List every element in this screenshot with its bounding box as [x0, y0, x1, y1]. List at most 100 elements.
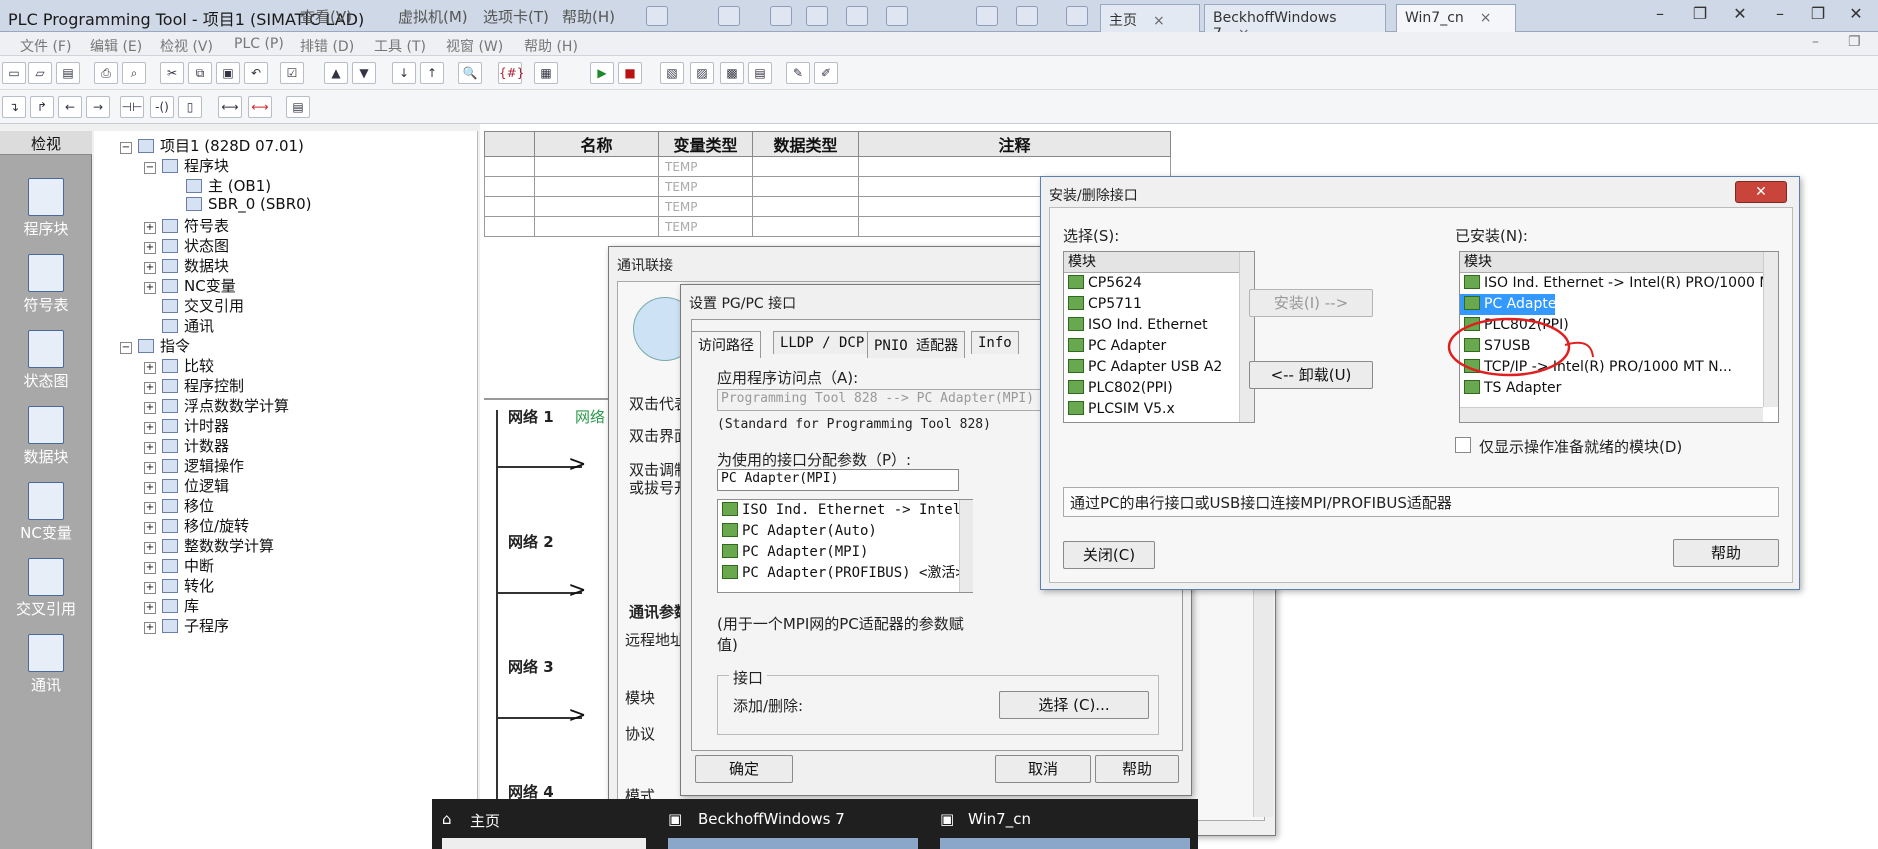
expand-toggle-icon[interactable]: + [144, 542, 156, 554]
installed-list-hscrollbar[interactable] [1460, 407, 1763, 422]
delete-network-icon[interactable]: ⟷ [248, 96, 272, 118]
close-icon[interactable]: ✕ [1720, 2, 1760, 26]
download-icon[interactable]: ▼ [352, 62, 376, 84]
insert-network-icon[interactable]: ⟷ [218, 96, 242, 118]
expand-toggle-icon[interactable]: + [144, 362, 156, 374]
unforce-icon[interactable]: ✐ [814, 62, 838, 84]
table-icon[interactable]: ▤ [286, 96, 310, 118]
list-item[interactable]: ISO Ind. Ethernet [1064, 315, 1254, 336]
expand-toggle-icon[interactable]: + [144, 462, 156, 474]
tree-item[interactable]: + 移位/旋转 [144, 515, 249, 535]
expand-toggle-icon[interactable]: + [144, 622, 156, 634]
list-item[interactable]: PC Adapter(Auto) [718, 521, 972, 542]
close-icon[interactable]: ✕ [1735, 181, 1787, 203]
access-point-field[interactable]: Programming Tool 828 --> PC Adapter(MPI) [717, 389, 1043, 411]
list-item[interactable]: PC Adapter(PROFIBUS) <激活> [718, 563, 972, 584]
restore-icon[interactable]: ❐ [1680, 2, 1720, 26]
tree-item[interactable]: 主 (OB1) [168, 175, 271, 195]
uninstall-button[interactable]: <-- 卸载(U) [1249, 361, 1373, 389]
library-icon[interactable] [1066, 6, 1088, 26]
tree-item[interactable]: − 程序块 [144, 155, 229, 175]
tree-item[interactable]: + 移位 [144, 495, 214, 515]
help-menu-top[interactable]: 帮助(H) [562, 6, 615, 27]
tree-item[interactable]: + 浮点数数学计算 [144, 395, 289, 415]
expand-toggle-icon[interactable]: + [144, 422, 156, 434]
expand-toggle-icon[interactable]: + [144, 442, 156, 454]
list-item[interactable]: CP5711 [1064, 294, 1254, 315]
ready-only-checkbox[interactable] [1455, 437, 1471, 453]
snapshot-icon[interactable] [770, 6, 792, 26]
available-module-list[interactable]: 模块 CP5624 CP5711 ISO Ind. Ethernet PC Ad… [1063, 251, 1255, 423]
installed-list-scrollbar[interactable] [1763, 252, 1778, 407]
mdi-restore-icon[interactable]: ❐ [1848, 34, 1861, 50]
comm-scrollbar[interactable] [1253, 561, 1273, 817]
insert-down-line-icon[interactable]: ↴ [2, 96, 26, 118]
list-item[interactable]: ISO Ind. Ethernet -> Intel(R) PRO/1000 M… [1460, 273, 1778, 294]
coil-icon[interactable]: -() [150, 96, 174, 118]
tree-item[interactable]: + 子程序 [144, 615, 229, 635]
tree-item[interactable]: + 比较 [144, 355, 214, 375]
task-thumbnail[interactable] [940, 838, 1190, 849]
close-icon[interactable]: × [1480, 10, 1492, 26]
tree-item[interactable]: 交叉引用 [144, 295, 244, 315]
menu-plc[interactable]: PLC (P) [234, 36, 284, 52]
expand-toggle-icon[interactable]: + [144, 382, 156, 394]
tree-item[interactable]: + 转化 [144, 575, 214, 595]
menu-help[interactable]: 帮助 (H) [524, 36, 578, 56]
task-home[interactable]: 主页 [470, 810, 500, 831]
contact-icon[interactable]: ⊣⊢ [120, 96, 144, 118]
param-list-scrollbar[interactable] [959, 500, 973, 592]
vm-menu[interactable]: 虚拟机(M) [398, 6, 468, 27]
list-item[interactable]: CP5624 [1064, 273, 1254, 294]
pause-icon[interactable] [646, 6, 668, 26]
expand-toggle-icon[interactable]: − [120, 142, 132, 154]
tree-item[interactable]: + NC变量 [144, 275, 236, 295]
sort-asc-icon[interactable]: ↓ [392, 62, 416, 84]
table-row[interactable]: TEMP [484, 156, 1171, 177]
list-item[interactable]: PC Adapter USB A2 [1064, 357, 1254, 378]
tree-item[interactable]: − 项目1 (828D 07.01) [120, 135, 304, 155]
list-item[interactable]: PC Adapter [1064, 336, 1254, 357]
monitor-chart-icon[interactable]: ▩ [720, 62, 744, 84]
tree-item[interactable]: + 库 [144, 595, 199, 615]
tree-item[interactable]: SBR_0 (SBR0) [168, 195, 312, 215]
list-item[interactable]: PLC802(PPI) [1064, 378, 1254, 399]
copy-icon[interactable]: ⧉ [188, 62, 212, 84]
sort-desc-icon[interactable]: ↑ [420, 62, 444, 84]
network-comment[interactable]: 网络 [575, 406, 605, 427]
insert-up-line-icon[interactable]: ↱ [30, 96, 54, 118]
monitor-program-icon[interactable]: ▧ [660, 62, 684, 84]
trend-icon[interactable]: ▤ [748, 62, 772, 84]
view-status-chart[interactable]: 状态图 [0, 330, 92, 391]
box-icon[interactable]: ▯ [178, 96, 202, 118]
expand-toggle-icon[interactable]: + [144, 282, 156, 294]
list-item[interactable]: PLCSIM V5.x [1064, 399, 1254, 420]
view-symbol-table[interactable]: 符号表 [0, 254, 92, 315]
paste-icon[interactable]: ▣ [216, 62, 240, 84]
vm-tab-win7[interactable]: Win7_cn × [1396, 4, 1516, 32]
tab-access-path[interactable]: 访问路径 [691, 331, 761, 358]
minimize-icon[interactable]: – [1760, 2, 1800, 26]
stop-icon[interactable]: ■ [618, 62, 642, 84]
run-icon[interactable]: ▶ [590, 62, 614, 84]
view-nc-variables[interactable]: NC变量 [0, 482, 92, 543]
expand-toggle-icon[interactable]: − [144, 162, 156, 174]
expand-toggle-icon[interactable]: + [144, 242, 156, 254]
list-item[interactable]: PC Adapter(MPI) [718, 542, 972, 563]
mdi-minimize-icon[interactable]: – [1812, 34, 1819, 50]
view-menu-overlay[interactable]: 查看(V) [300, 6, 352, 27]
revert-icon[interactable] [806, 6, 828, 26]
insert-left-line-icon[interactable]: ← [58, 96, 82, 118]
param-field[interactable]: PC Adapter(MPI) [717, 469, 959, 491]
force-icon[interactable]: ✎ [786, 62, 810, 84]
menu-edit[interactable]: 编辑 (E) [90, 36, 142, 56]
tree-item[interactable]: − 指令 [120, 335, 190, 355]
tree-item[interactable]: + 程序控制 [144, 375, 244, 395]
print-preview-icon[interactable]: ⌕ [122, 62, 146, 84]
find-icon[interactable]: 🔍 [458, 62, 482, 84]
expand-toggle-icon[interactable]: + [144, 502, 156, 514]
tree-item[interactable]: + 位逻辑 [144, 475, 229, 495]
help-button[interactable]: 帮助 [1095, 755, 1179, 783]
task-thumbnail[interactable] [668, 838, 918, 849]
expand-toggle-icon[interactable]: + [144, 582, 156, 594]
